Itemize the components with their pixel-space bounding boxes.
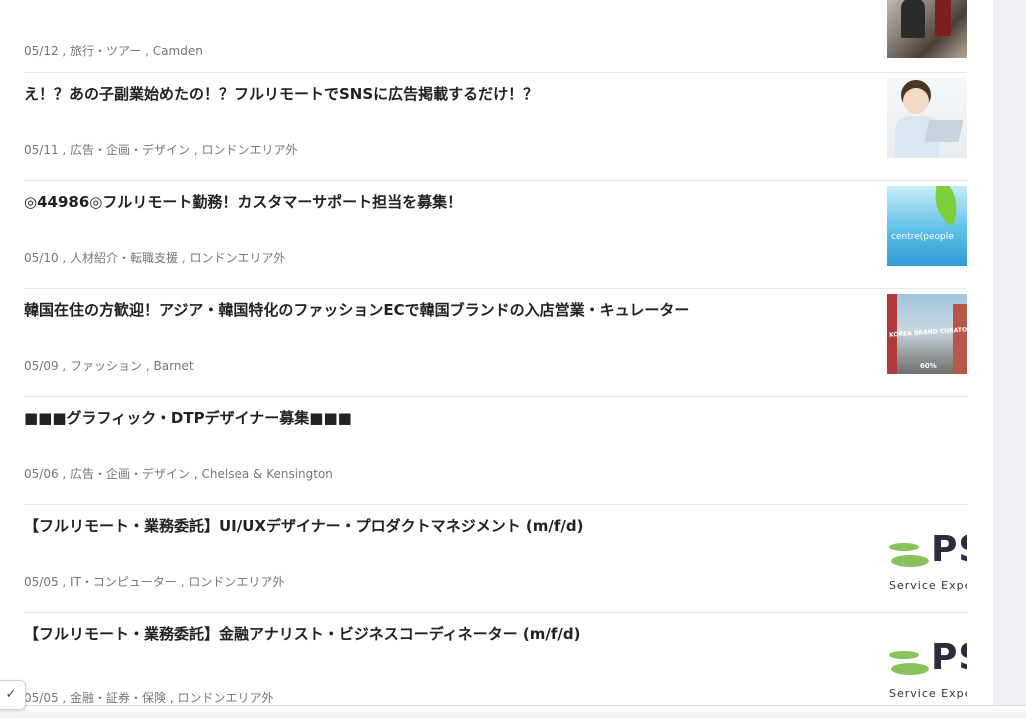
person-figure	[935, 0, 951, 36]
company-logo-text: Service Expe	[889, 579, 967, 592]
job-list-item[interactable]: 【フルリモート・業務委託】UI/UXデザイナー・プロダクトマネジメント (m/f…	[24, 505, 967, 613]
job-list-item[interactable]: 韓国在住の方歓迎！アジア・韓国特化のファッションECで韓国ブランドの入店営業・キ…	[24, 289, 967, 397]
building-shape	[953, 304, 967, 374]
job-title[interactable]: 韓国在住の方歓迎！アジア・韓国特化のファッションECで韓国ブランドの入店営業・キ…	[24, 299, 864, 321]
job-meta: 05/05 , IT・コンピューター , ロンドンエリア外	[24, 575, 285, 589]
job-list-item[interactable]: 05/12 , 旅行・ツアー , Camden	[24, 0, 967, 73]
job-category[interactable]: 旅行・ツアー	[70, 44, 141, 58]
company-logo-letters: PS	[931, 533, 967, 570]
check-icon[interactable]: ✓	[0, 680, 26, 710]
job-category[interactable]: 広告・企画・デザイン	[70, 467, 190, 481]
job-list-item[interactable]: ■■■グラフィック・DTPデザイナー募集■■■ 05/06 , 広告・企画・デザ…	[24, 397, 967, 505]
job-list: 05/12 , 旅行・ツアー , Camden え！？あの子副業始めたの！？フル…	[24, 0, 967, 718]
leaf-icon	[925, 186, 967, 226]
job-thumbnail[interactable]	[887, 78, 967, 158]
job-thumbnail[interactable]: KOREA BRAND CURATOR / SALES 60%	[887, 294, 967, 374]
job-location[interactable]: Camden	[153, 44, 203, 58]
company-logo-text: centre(people	[891, 232, 954, 242]
job-meta: 05/12 , 旅行・ツアー , Camden	[24, 44, 203, 58]
job-thumbnail[interactable]: PS Service Expe	[887, 533, 967, 597]
job-date: 05/09	[24, 359, 59, 373]
job-thumbnail[interactable]	[887, 0, 967, 58]
logo-disc-shape	[891, 663, 929, 675]
job-location[interactable]: Barnet	[154, 359, 194, 373]
job-category[interactable]: 広告・企画・デザイン	[70, 143, 190, 157]
job-location[interactable]: ロンドンエリア外	[178, 691, 274, 705]
person-head	[903, 88, 929, 114]
job-meta: 05/10 , 人材紹介・転職支援 , ロンドンエリア外	[24, 251, 286, 265]
job-title[interactable]: ◎44986◎フルリモート勤務！カスタマーサポート担当を募集！	[24, 191, 864, 213]
job-location[interactable]: ロンドンエリア外	[202, 143, 298, 157]
job-date: 05/05	[24, 691, 59, 705]
person-figure	[901, 0, 925, 38]
job-title[interactable]: 【フルリモート・業務委託】金融アナリスト・ビジネスコーディネーター (m/f/d…	[24, 623, 864, 645]
job-date: 05/06	[24, 467, 59, 481]
job-category[interactable]: ファッション	[70, 359, 142, 373]
horizontal-scrollbar[interactable]	[0, 705, 1026, 718]
job-category[interactable]: IT・コンピューター	[70, 575, 177, 589]
job-location[interactable]: ロンドンエリア外	[190, 251, 286, 265]
job-thumbnail[interactable]: centre(people	[887, 186, 967, 266]
job-date: 05/10	[24, 251, 59, 265]
job-title[interactable]: え！？あの子副業始めたの！？フルリモートでSNSに広告掲載するだけ！？	[24, 83, 864, 105]
job-meta: 05/11 , 広告・企画・デザイン , ロンドンエリア外	[24, 143, 298, 157]
job-list-item[interactable]: え！？あの子副業始めたの！？フルリモートでSNSに広告掲載するだけ！？ 05/1…	[24, 73, 967, 181]
job-date: 05/05	[24, 575, 59, 589]
job-category[interactable]: 金融・証券・保険	[70, 691, 166, 705]
job-date: 05/11	[24, 143, 59, 157]
company-logo-letters: PS	[931, 641, 967, 678]
job-thumbnail[interactable]: PS Service Expe	[887, 641, 967, 705]
job-listing-page: 05/12 , 旅行・ツアー , Camden え！？あの子副業始めたの！？フル…	[0, 0, 1026, 718]
job-list-item[interactable]: ◎44986◎フルリモート勤務！カスタマーサポート担当を募集！ 05/10 , …	[24, 181, 967, 289]
job-category[interactable]: 人材紹介・転職支援	[70, 251, 178, 265]
job-title[interactable]: ■■■グラフィック・DTPデザイナー募集■■■	[24, 407, 864, 429]
company-logo-text: Service Expe	[889, 687, 967, 700]
job-location[interactable]: Chelsea & Kensington	[202, 467, 333, 481]
job-list-item[interactable]: 【フルリモート・業務委託】金融アナリスト・ビジネスコーディネーター (m/f/d…	[24, 613, 967, 718]
job-meta: 05/09 , ファッション , Barnet	[24, 359, 194, 373]
job-title[interactable]: 【フルリモート・業務委託】UI/UXデザイナー・プロダクトマネジメント (m/f…	[24, 515, 864, 537]
job-location[interactable]: ロンドンエリア外	[188, 575, 284, 589]
logo-disc-shape	[889, 543, 919, 551]
job-meta: 05/05 , 金融・証券・保険 , ロンドンエリア外	[24, 691, 274, 705]
job-date: 05/12	[24, 44, 59, 58]
vertical-scrollbar-track[interactable]	[993, 0, 1026, 718]
logo-disc-shape	[891, 555, 929, 567]
logo-disc-shape	[889, 651, 919, 659]
job-meta: 05/06 , 広告・企画・デザイン , Chelsea & Kensingto…	[24, 467, 333, 481]
laptop-icon	[924, 120, 964, 142]
thumbnail-badge: 60%	[920, 362, 937, 370]
